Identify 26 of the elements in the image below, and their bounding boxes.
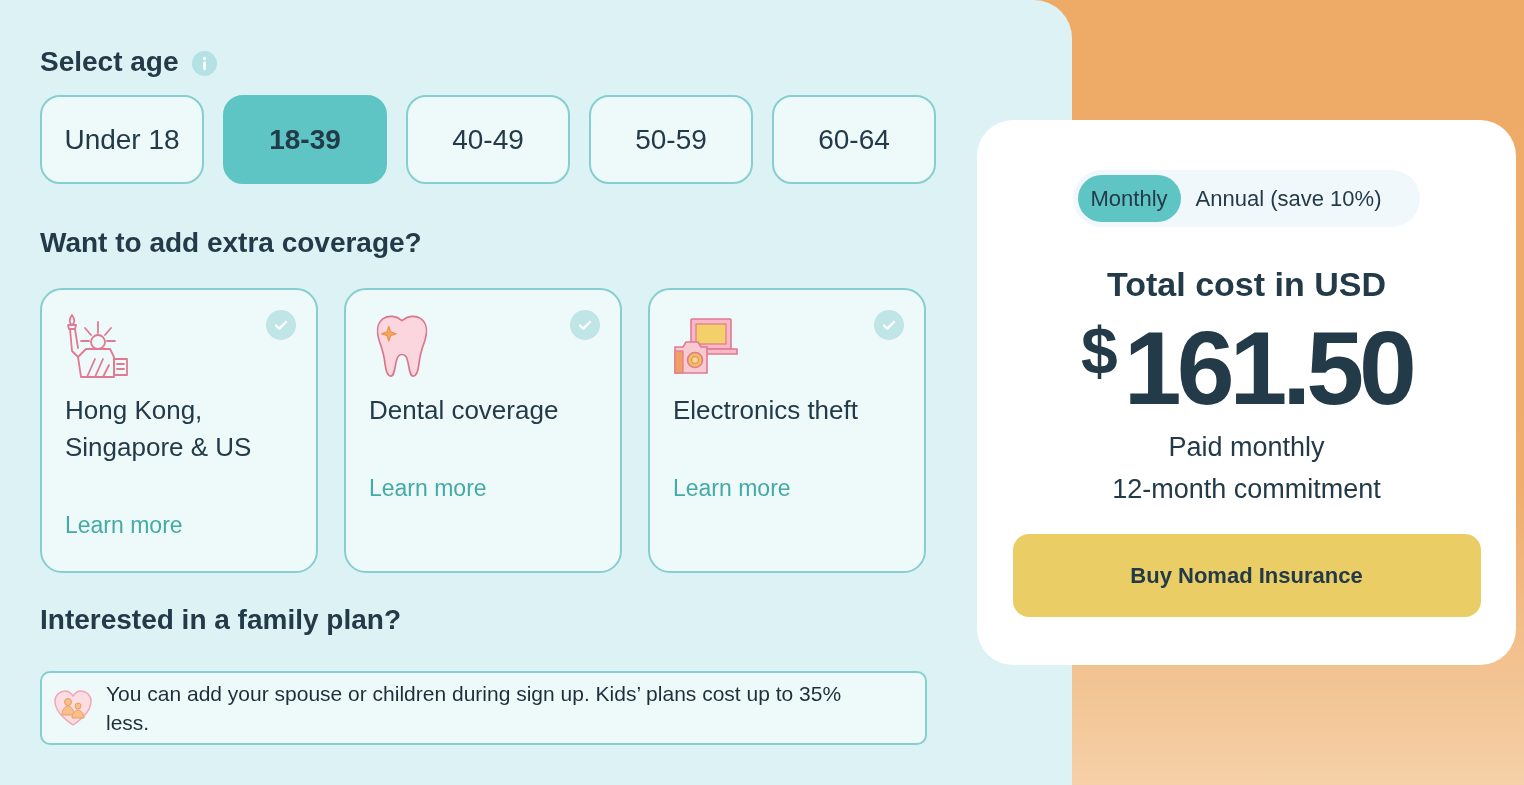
price-title: Total cost in USD	[1107, 264, 1386, 304]
price-amount: 161.50	[1123, 316, 1412, 420]
coverage-title: Dental coverage	[369, 394, 559, 427]
note-text: You can add your spouse or children during sign up. Kids’ plans cost up to 35% less.	[106, 681, 843, 736]
section-heading: Select age	[40, 45, 179, 79]
info-icon	[191, 51, 217, 76]
coverage-card[interactable]: Hong Kong, Singapore & US Learn more	[40, 288, 318, 573]
heart-people-icon	[53, 688, 93, 728]
coverage-card[interactable]: Dental coverage Learn more	[344, 288, 622, 573]
billing-tab[interactable]: Annual (save 10%)	[1182, 175, 1395, 222]
billing-tab[interactable]: Monthly	[1077, 175, 1181, 222]
age-option[interactable]: 60-64	[772, 95, 936, 184]
buy-button[interactable]: Buy Nomad Insurance	[1012, 534, 1481, 617]
price-detail: Paid monthly	[1168, 431, 1325, 464]
coverage-title: Hong Kong, Singapore & US	[65, 394, 253, 464]
price-detail: 12-month commitment	[1112, 473, 1381, 506]
section-heading: Want to add extra coverage?	[40, 226, 422, 260]
age-option[interactable]: Under 18	[40, 95, 204, 184]
age-option[interactable]: 50-59	[589, 95, 753, 184]
age-option[interactable]: 18-39	[223, 95, 387, 184]
coverage-card[interactable]: Electronics theft Learn more	[648, 288, 926, 573]
coverage-title: Electronics theft	[673, 394, 858, 427]
section-heading: Interested in a family plan?	[40, 603, 401, 637]
currency-symbol: $	[1081, 318, 1118, 384]
age-option[interactable]: 40-49	[406, 95, 570, 184]
statue-icon	[65, 313, 131, 379]
